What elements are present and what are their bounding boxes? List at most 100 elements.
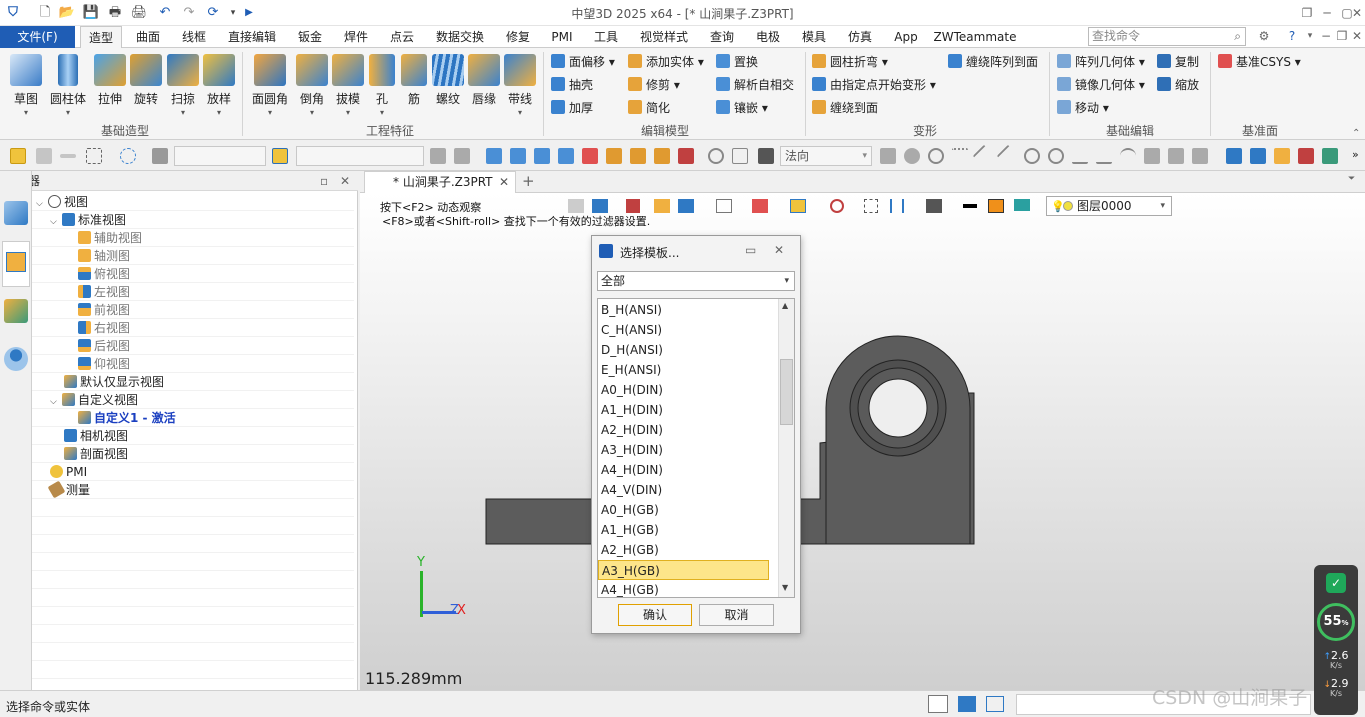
- tab-data-exchange[interactable]: 数据交换: [428, 26, 492, 48]
- clipboard-icon[interactable]: [630, 148, 646, 164]
- arrow-pick-icon[interactable]: [582, 148, 598, 164]
- tab-list-icon[interactable]: ⏷: [1348, 174, 1355, 184]
- brush-icon[interactable]: [626, 199, 640, 213]
- tab-wireframe[interactable]: 线框: [174, 26, 214, 48]
- shell-button[interactable]: 抽壳: [551, 75, 593, 95]
- tree-item-section-views[interactable]: 剖面视图: [32, 445, 354, 463]
- tree-item-views[interactable]: ⌵ 视图: [32, 193, 354, 211]
- tree-item-right-view[interactable]: 右视图: [32, 319, 354, 337]
- snap-4-icon[interactable]: [558, 148, 574, 164]
- file-menu-button[interactable]: 文件(F): [0, 26, 75, 48]
- inlay-button[interactable]: 镶嵌 ▾: [716, 98, 768, 118]
- structure-icon[interactable]: [926, 199, 942, 213]
- surface-icon[interactable]: [1192, 148, 1208, 164]
- resolve-self-intersect-button[interactable]: 解析自相交: [716, 75, 794, 95]
- pen-icon[interactable]: [1144, 148, 1160, 164]
- lock-filter-icon[interactable]: [454, 148, 470, 164]
- display-filter-icon[interactable]: [790, 199, 806, 213]
- tab-app[interactable]: App: [886, 26, 926, 48]
- trim-button[interactable]: 修剪 ▾: [628, 75, 680, 95]
- filter-combo[interactable]: [174, 146, 266, 166]
- list-item[interactable]: A4_H(DIN): [598, 460, 769, 480]
- scroll-thumb[interactable]: [780, 359, 793, 425]
- tree-item-front-view[interactable]: 前视图: [32, 301, 354, 319]
- list-item[interactable]: B_H(ANSI): [598, 300, 769, 320]
- scroll-up-icon[interactable]: ▲: [782, 301, 788, 310]
- help-icon[interactable]: ?: [1282, 26, 1302, 46]
- status-monitor-icon[interactable]: [958, 696, 976, 712]
- circle2-icon[interactable]: [1048, 148, 1064, 164]
- mirror-geometry-button[interactable]: 镜像几何体 ▾: [1057, 75, 1145, 95]
- toolbar-overflow-icon[interactable]: »: [1352, 148, 1359, 161]
- tree-item-bottom-view[interactable]: 仰视图: [32, 355, 354, 373]
- shade-2-icon[interactable]: [1250, 148, 1266, 164]
- list-scrollbar[interactable]: ▲ ▼: [778, 299, 794, 597]
- dialog-close-icon[interactable]: ✕: [774, 243, 784, 257]
- scroll-down-icon[interactable]: ▼: [782, 583, 788, 592]
- confirm-button[interactable]: 确认: [618, 604, 692, 626]
- replace-button[interactable]: 置换: [716, 52, 758, 72]
- lasso-select-icon[interactable]: [120, 148, 136, 164]
- tree-item-pmi[interactable]: PMI: [32, 463, 354, 481]
- tab-repair[interactable]: 修复: [498, 26, 538, 48]
- restore-ribbon-icon[interactable]: ❐: [1297, 3, 1317, 23]
- brackets-icon[interactable]: [732, 148, 748, 164]
- filter-icon[interactable]: [152, 148, 168, 164]
- wrap-to-face-button[interactable]: 缠绕到面: [812, 98, 878, 118]
- plane-icon[interactable]: [1168, 148, 1184, 164]
- scale-button[interactable]: 缩放: [1157, 75, 1199, 95]
- rib-button[interactable]: 筋: [400, 54, 428, 107]
- shade-1-icon[interactable]: [1226, 148, 1242, 164]
- tab-mold[interactable]: 模具: [794, 26, 834, 48]
- target-icon[interactable]: [830, 199, 844, 213]
- hole-button[interactable]: 孔 ▾: [368, 54, 396, 117]
- command-search-input[interactable]: 查找命令 ⌕: [1088, 27, 1246, 46]
- tree-item-back-view[interactable]: 后视图: [32, 337, 354, 355]
- snap-1-icon[interactable]: [486, 148, 502, 164]
- cylinder-button[interactable]: 圆柱体 ▾: [48, 54, 88, 117]
- tab-pmi[interactable]: PMI: [544, 26, 580, 48]
- layer-combo[interactable]: 💡 图层0000 ▾: [1046, 196, 1172, 216]
- tab-tools[interactable]: 工具: [586, 26, 626, 48]
- datum-csys-button[interactable]: 基准CSYS ▾: [1218, 52, 1301, 72]
- tree-item-custom-views[interactable]: ⌵ 自定义视图: [32, 391, 354, 409]
- dots-icon[interactable]: [952, 148, 968, 164]
- list-item[interactable]: E_H(ANSI): [598, 360, 769, 380]
- strip-button[interactable]: 带线 ▾: [504, 54, 536, 117]
- tree-item-standard-views[interactable]: ⌵ 标准视图: [32, 211, 354, 229]
- rotate-icon[interactable]: [708, 148, 724, 164]
- wrap-pattern-button[interactable]: 缠绕阵列到面: [948, 52, 1038, 72]
- add-icon[interactable]: [36, 148, 52, 164]
- list-icon[interactable]: [606, 148, 622, 164]
- view-orient-icon[interactable]: [592, 199, 608, 213]
- ribbon-collapse-icon[interactable]: ⌃: [1352, 128, 1360, 139]
- list-item[interactable]: A3_H(DIN): [598, 440, 769, 460]
- doc-close-button[interactable]: ✕: [1347, 26, 1365, 46]
- revolve-button[interactable]: 旋转: [130, 54, 162, 107]
- list-item[interactable]: A1_H(DIN): [598, 400, 769, 420]
- tab-direct-edit[interactable]: 直接编辑: [220, 26, 284, 48]
- tab-sheet-metal[interactable]: 钣金: [290, 26, 330, 48]
- remove-icon[interactable]: [60, 154, 76, 158]
- list-item[interactable]: A0_H(DIN): [598, 380, 769, 400]
- wireframe-cube-icon[interactable]: [716, 199, 732, 213]
- play-icon[interactable]: [928, 148, 944, 164]
- status-toggle-1-icon[interactable]: [928, 695, 948, 713]
- render-icon[interactable]: [678, 148, 694, 164]
- list-item[interactable]: D_H(ANSI): [598, 340, 769, 360]
- cancel-button[interactable]: 取消: [699, 604, 774, 626]
- tree-item-aux-view[interactable]: 辅助视图: [32, 229, 354, 247]
- filter-value-combo[interactable]: [296, 146, 424, 166]
- history-manager-icon[interactable]: [4, 201, 28, 225]
- spline-icon[interactable]: [1096, 148, 1112, 164]
- direction-combo[interactable]: 法向 ▾: [780, 146, 872, 166]
- sweep-button[interactable]: 扫掠 ▾: [166, 54, 200, 117]
- snap-3-icon[interactable]: [534, 148, 550, 164]
- document-tab[interactable]: * 山涧果子.Z3PRT ✕: [364, 171, 516, 193]
- snap-2-icon[interactable]: [510, 148, 526, 164]
- panel-close-icon[interactable]: ✕: [340, 171, 350, 191]
- tab-visual-style[interactable]: 视觉样式: [632, 26, 696, 48]
- shade-5-icon[interactable]: [1322, 148, 1338, 164]
- pattern-geometry-button[interactable]: 阵列几何体 ▾: [1057, 52, 1145, 72]
- deform-from-point-button[interactable]: 由指定点开始变形 ▾: [812, 75, 936, 95]
